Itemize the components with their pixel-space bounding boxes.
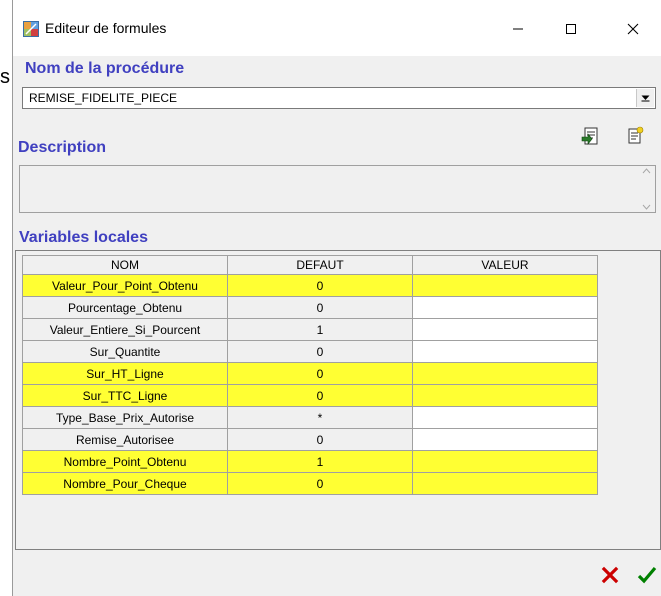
scroll-up-icon[interactable]: [642, 168, 651, 174]
title-bar[interactable]: Editeur de formules: [13, 0, 661, 56]
description-textarea[interactable]: [19, 165, 656, 213]
cell-valeur[interactable]: [412, 274, 598, 297]
cell-nom: Nombre_Pour_Cheque: [22, 472, 228, 495]
minimize-button[interactable]: [495, 10, 541, 48]
cell-nom: Nombre_Point_Obtenu: [22, 450, 228, 473]
description-label: Description: [18, 139, 107, 156]
table-row[interactable]: Type_Base_Prix_Autorise *: [22, 406, 598, 429]
table-row[interactable]: Pourcentage_Obtenu 0: [22, 296, 598, 319]
cell-nom: Sur_HT_Ligne: [22, 362, 228, 385]
cell-valeur[interactable]: [412, 406, 598, 429]
cell-valeur[interactable]: [412, 318, 598, 341]
import-document-icon[interactable]: [581, 126, 601, 146]
cell-valeur[interactable]: [412, 384, 598, 407]
cell-valeur[interactable]: [412, 362, 598, 385]
cell-nom: Valeur_Pour_Point_Obtenu: [22, 274, 228, 297]
table-header-row: NOM DEFAUT VALEUR: [22, 255, 598, 275]
column-header-nom[interactable]: NOM: [22, 255, 228, 275]
cell-nom: Sur_Quantite: [22, 340, 228, 363]
procedure-name-label: Nom de la procédure: [25, 60, 185, 77]
cancel-button[interactable]: [599, 564, 621, 586]
maximize-icon: [566, 24, 576, 34]
cell-nom: Pourcentage_Obtenu: [22, 296, 228, 319]
cell-defaut[interactable]: 0: [227, 384, 413, 407]
procedure-name-combobox[interactable]: REMISE_FIDELITE_PIECE: [22, 87, 656, 109]
table-row[interactable]: Remise_Autorisee 0: [22, 428, 598, 451]
procedure-name-value: REMISE_FIDELITE_PIECE: [29, 91, 178, 105]
cell-nom: Type_Base_Prix_Autorise: [22, 406, 228, 429]
cell-nom: Remise_Autorisee: [22, 428, 228, 451]
maximize-button[interactable]: [548, 10, 594, 48]
cell-defaut[interactable]: 0: [227, 362, 413, 385]
cell-defaut[interactable]: 0: [227, 274, 413, 297]
chevron-down-icon: [641, 95, 650, 102]
document-edit-icon[interactable]: [625, 126, 645, 146]
table-row[interactable]: Nombre_Pour_Cheque 0: [22, 472, 598, 495]
cell-valeur[interactable]: [412, 340, 598, 363]
background-window-text: s: [0, 66, 10, 88]
cell-defaut[interactable]: 1: [227, 318, 413, 341]
table-row[interactable]: Valeur_Pour_Point_Obtenu 0: [22, 274, 598, 297]
local-variables-label: Variables locales: [19, 229, 148, 246]
formula-editor-app-icon: [23, 21, 39, 37]
cell-defaut[interactable]: 0: [227, 340, 413, 363]
table-row[interactable]: Valeur_Entiere_Si_Pourcent 1: [22, 318, 598, 341]
formula-editor-window: Editeur de formules Nom de la procédure …: [12, 0, 661, 596]
cell-valeur[interactable]: [412, 428, 598, 451]
close-icon: [627, 23, 639, 35]
cell-defaut[interactable]: 0: [227, 296, 413, 319]
green-check-icon: [637, 566, 657, 584]
minimize-icon: [513, 28, 523, 30]
cell-defaut[interactable]: 0: [227, 428, 413, 451]
table-row[interactable]: Nombre_Point_Obtenu 1: [22, 450, 598, 473]
cell-valeur[interactable]: [412, 296, 598, 319]
window-title: Editeur de formules: [45, 20, 167, 36]
cell-defaut[interactable]: *: [227, 406, 413, 429]
local-variables-table: NOM DEFAUT VALEUR Valeur_Pour_Point_Obte…: [22, 255, 598, 495]
column-header-defaut[interactable]: DEFAUT: [227, 255, 413, 275]
description-scrollbar[interactable]: [638, 166, 655, 212]
cell-nom: Sur_TTC_Ligne: [22, 384, 228, 407]
column-header-valeur[interactable]: VALEUR: [412, 255, 598, 275]
table-row[interactable]: Sur_TTC_Ligne 0: [22, 384, 598, 407]
ok-button[interactable]: [636, 564, 658, 586]
cell-valeur[interactable]: [412, 472, 598, 495]
cell-defaut[interactable]: 0: [227, 472, 413, 495]
table-row[interactable]: Sur_HT_Ligne 0: [22, 362, 598, 385]
red-x-icon: [601, 566, 619, 584]
combobox-dropdown-button[interactable]: [636, 89, 654, 107]
scroll-down-icon[interactable]: [642, 204, 651, 210]
cell-nom: Valeur_Entiere_Si_Pourcent: [22, 318, 228, 341]
cell-defaut[interactable]: 1: [227, 450, 413, 473]
cell-valeur[interactable]: [412, 450, 598, 473]
table-row[interactable]: Sur_Quantite 0: [22, 340, 598, 363]
close-button[interactable]: [610, 10, 656, 48]
